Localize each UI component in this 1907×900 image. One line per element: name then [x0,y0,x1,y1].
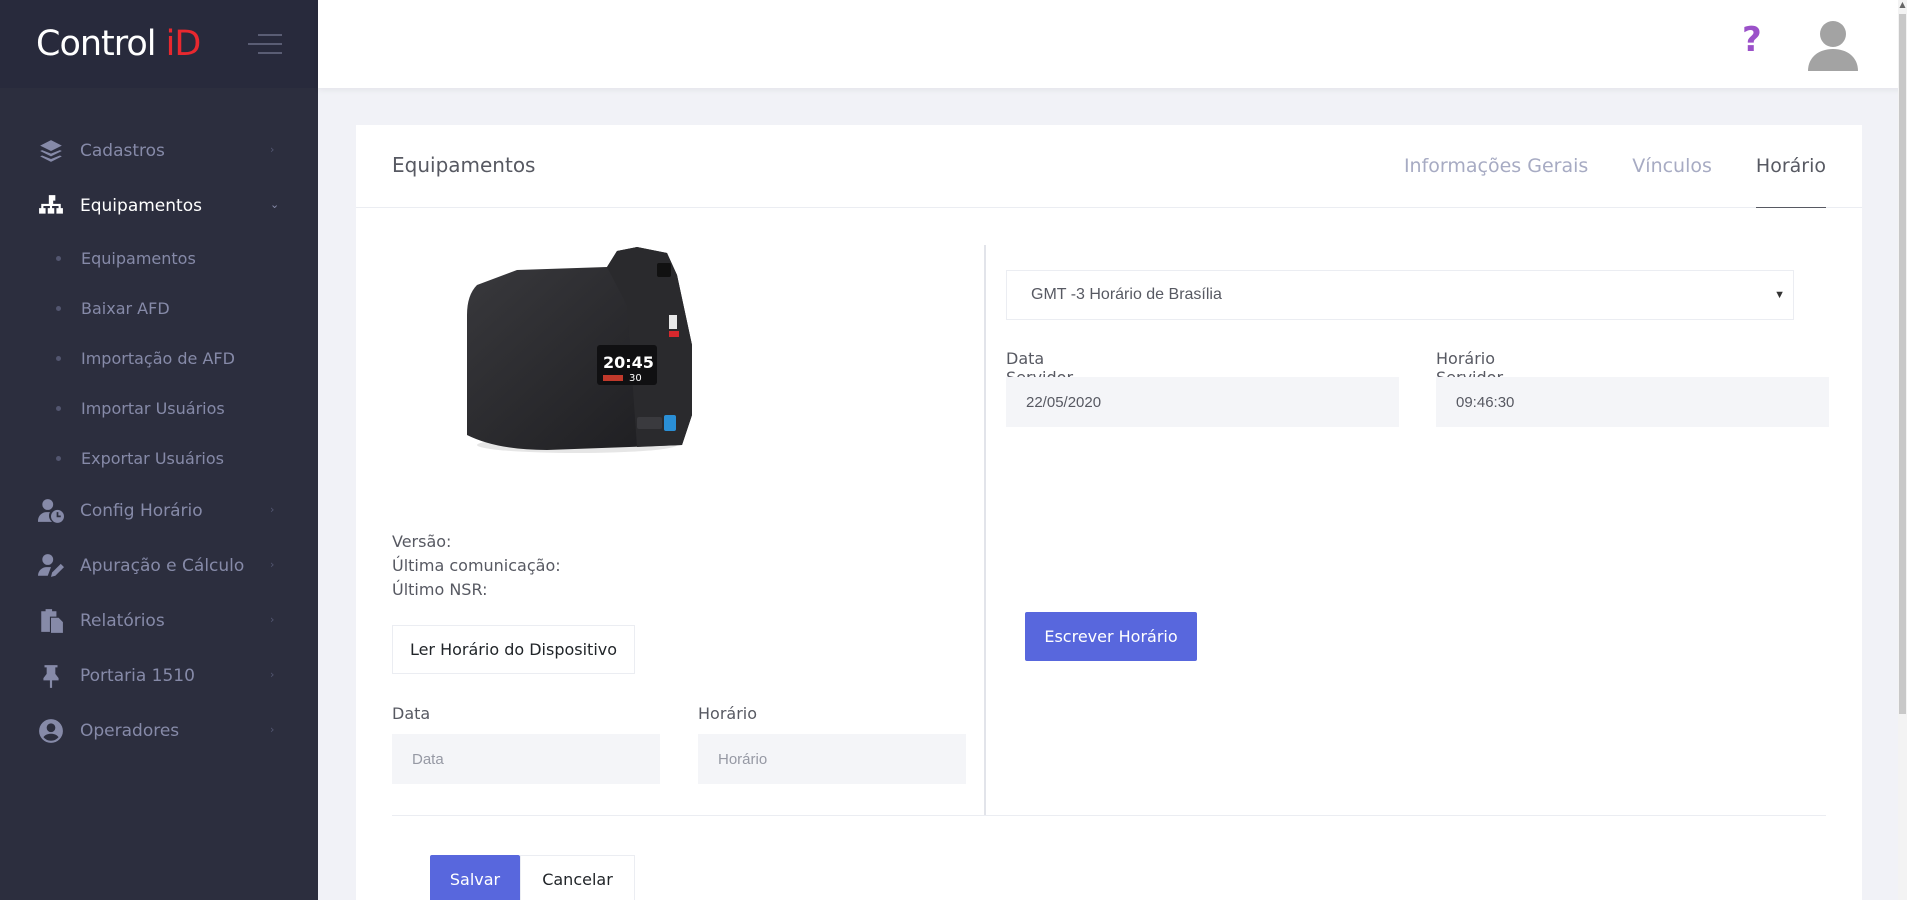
sidebar-item-operadores[interactable]: Operadores › [0,703,318,758]
chevron-right-icon: › [270,723,275,736]
date-label: Data [392,704,431,723]
read-device-time-button[interactable]: Ler Horário do Dispositivo [392,625,635,674]
submenu-label: Importação de AFD [81,348,235,368]
chevron-down-icon: ⌄ [270,198,280,211]
timezone-select[interactable]: GMT -3 Horário de Brasília ▼ [1006,270,1794,320]
time-input[interactable] [698,734,966,784]
tab-horario[interactable]: Horário [1755,125,1826,208]
caret-down-icon: ▼ [1774,289,1785,301]
submenu-label: Importar Usuários [81,398,225,418]
version-label: Versão: [392,532,452,551]
device-screen-time: 20:45 [603,353,654,372]
bullet-icon [56,255,61,261]
sidebar-item-equipamentos[interactable]: Equipamentos ⌄ [0,178,318,233]
sidebar-item-portaria[interactable]: Portaria 1510 › [0,648,318,703]
sidebar-item-label: Config Horário [80,500,203,521]
submenu-label: Exportar Usuários [81,448,224,468]
user-circle-icon [36,716,66,746]
sidebar-item-label: Portaria 1510 [80,665,195,686]
chevron-right-icon: › [270,558,275,571]
sidebar-item-label: Equipamentos [80,195,202,216]
chevron-right-icon: › [270,668,275,681]
timezone-selected-value: GMT -3 Horário de Brasília [1031,286,1222,303]
cancel-button[interactable]: Cancelar [520,855,635,900]
submenu-label: Equipamentos [81,248,196,268]
sidebar: Control iD Cadastros › Equipamentos ⌄ Eq… [0,0,318,900]
bullet-icon [56,455,61,461]
submenu-item-importar-usuarios[interactable]: Importar Usuários [0,383,318,433]
bullet-icon [56,405,61,411]
page-title: Equipamentos [392,153,536,177]
brand-header: Control iD [0,0,318,88]
user-clock-icon [36,496,66,526]
bullet-icon [56,355,61,361]
device-info: Versão: Última comunicação: Último NSR: [392,530,561,602]
user-avatar-icon [1808,21,1858,71]
brand-logo[interactable]: Control iD [36,24,202,64]
sidebar-item-label: Cadastros [80,140,165,161]
server-time-input[interactable] [1436,377,1829,427]
sidebar-item-relatorios[interactable]: Relatórios › [0,593,318,648]
time-label: Horário [698,704,758,723]
last-communication-label: Última comunicação: [392,556,561,575]
sidebar-item-label: Operadores [80,720,180,741]
sidebar-item-apuracao[interactable]: Apuração e Cálculo › [0,538,318,593]
submenu-item-baixar-afd[interactable]: Baixar AFD [0,283,318,333]
chevron-right-icon: › [270,503,275,516]
tab-informacoes-gerais[interactable]: Informações Gerais [1404,125,1588,208]
bullet-icon [56,305,61,311]
save-button[interactable]: Salvar [430,855,520,900]
scrollbar-thumb[interactable] [1899,14,1906,714]
device-image: 20:45 30 [467,247,692,453]
sidebar-item-config-horario[interactable]: Config Horário › [0,483,318,538]
topbar: ? [318,0,1907,88]
menu-toggle-icon[interactable] [248,34,282,54]
tab-vinculos[interactable]: Vínculos [1632,125,1712,208]
page-scrollbar[interactable]: ▲ [1898,0,1907,900]
sidebar-submenu: Equipamentos Baixar AFD Importação de AF… [0,233,318,483]
tabs: Informações Gerais Vínculos Horário [1360,125,1826,208]
avatar[interactable] [1806,17,1860,71]
date-input[interactable] [392,734,660,784]
help-icon[interactable]: ? [1742,20,1762,60]
form-divider [392,815,1826,816]
thumbtack-icon [36,661,66,691]
equipment-card: Equipamentos Informações Gerais Vínculos… [356,125,1862,900]
sidebar-menu: Cadastros › Equipamentos ⌄ Equipamentos … [0,123,318,758]
scroll-up-icon[interactable]: ▲ [1898,0,1907,12]
sidebar-item-label: Apuração e Cálculo [80,555,245,576]
chevron-right-icon: › [270,613,275,626]
server-date-input[interactable] [1006,377,1399,427]
last-nsr-label: Último NSR: [392,580,488,599]
device-screen-num: 30 [629,373,642,384]
sitemap-icon [36,191,66,221]
user-edit-icon [36,551,66,581]
card-header: Equipamentos Informações Gerais Vínculos… [356,125,1862,208]
submenu-item-exportar-usuarios[interactable]: Exportar Usuários [0,433,318,483]
paste-icon [36,606,66,636]
layers-icon [36,136,66,166]
submenu-item-equipamentos[interactable]: Equipamentos [0,233,318,283]
sidebar-item-label: Relatórios [80,610,165,631]
write-time-button[interactable]: Escrever Horário [1025,612,1197,661]
chevron-right-icon: › [270,143,275,156]
submenu-item-importacao-afd[interactable]: Importação de AFD [0,333,318,383]
brand-text: Control [36,24,166,64]
sidebar-item-cadastros[interactable]: Cadastros › [0,123,318,178]
column-divider [984,245,986,815]
brand-text-accent: iD [165,24,202,64]
submenu-label: Baixar AFD [81,298,170,318]
